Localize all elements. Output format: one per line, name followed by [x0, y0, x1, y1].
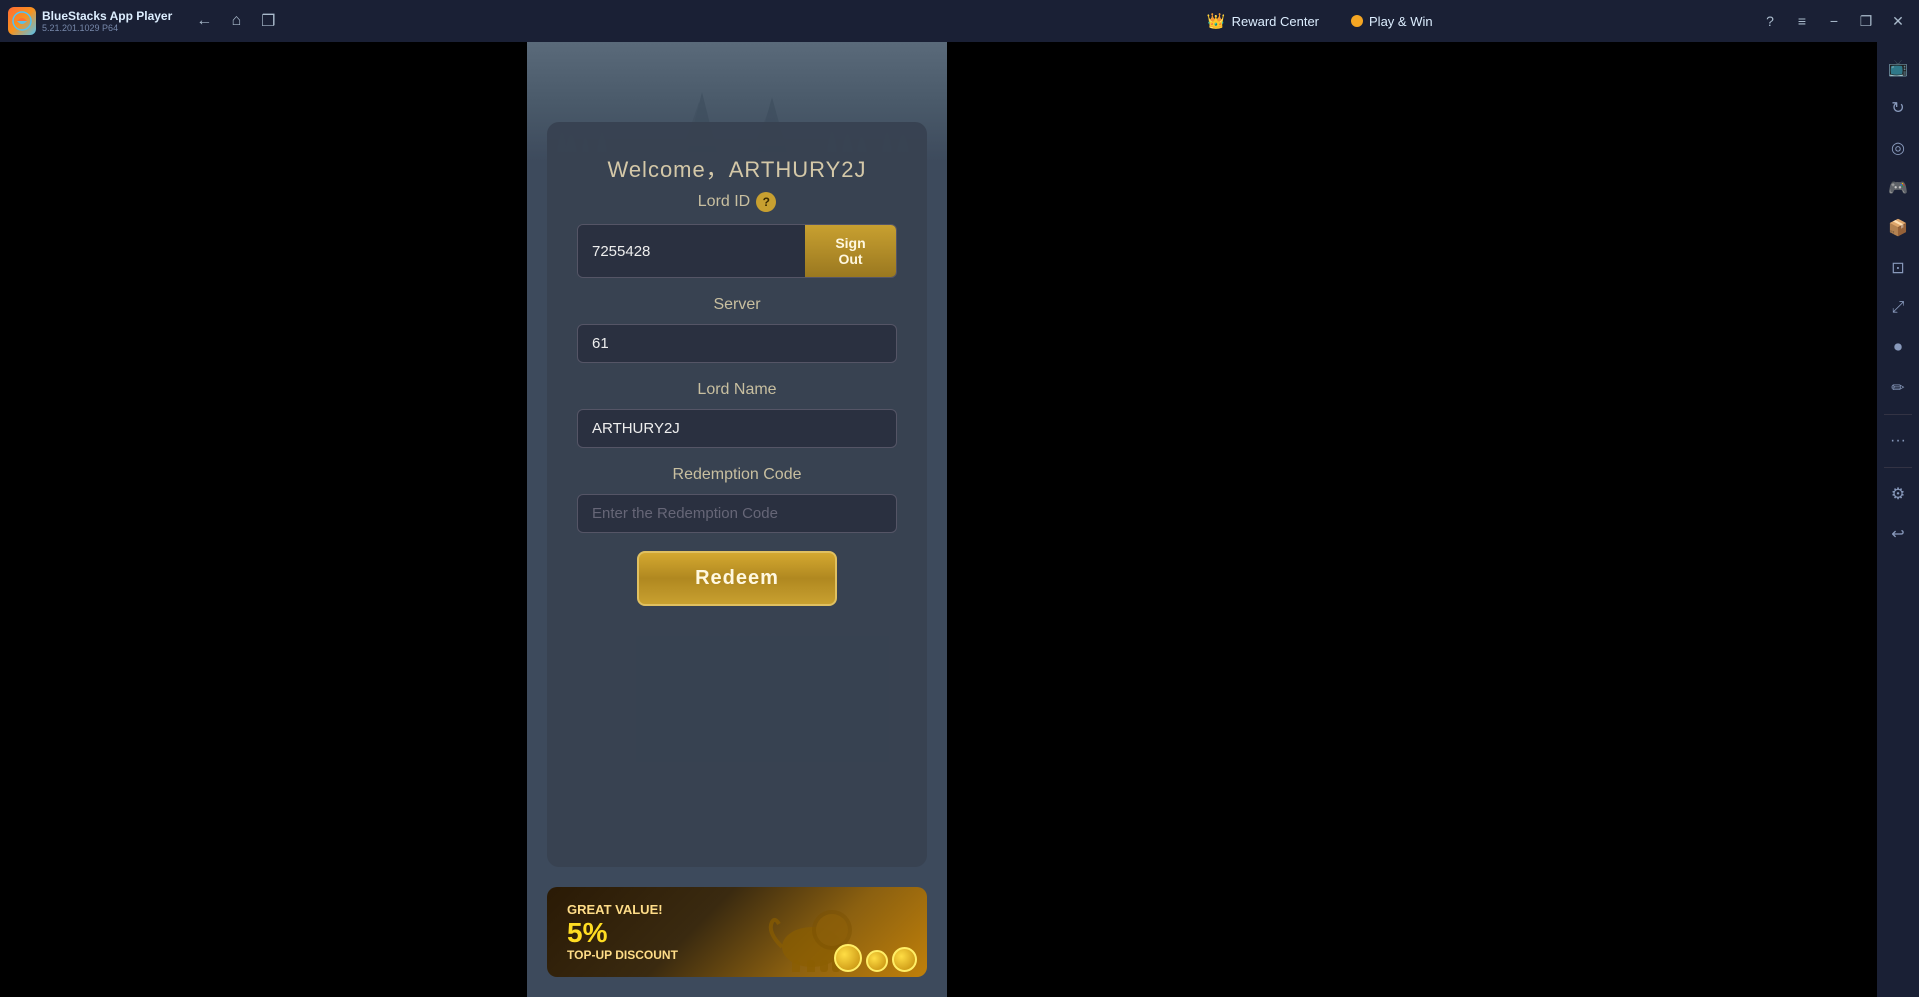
sidebar-divider-2	[1884, 467, 1912, 468]
welcome-text: Welcome，ARTHURY2J	[577, 152, 897, 184]
resize-icon[interactable]: ⤢	[1880, 290, 1916, 326]
redemption-code-input[interactable]	[577, 494, 897, 533]
app-name: BlueStacks App Player	[42, 9, 172, 23]
play-win-label: Play & Win	[1369, 14, 1433, 29]
lord-id-input[interactable]	[578, 225, 805, 277]
minimize-button[interactable]: −	[1821, 8, 1847, 34]
reward-center-label: Reward Center	[1232, 14, 1319, 29]
lord-id-label: Lord ID ?	[577, 192, 897, 212]
gamepad-icon[interactable]: 🎮	[1880, 170, 1916, 206]
record-icon[interactable]: ⏺	[1880, 330, 1916, 366]
crown-icon: 👑	[1207, 12, 1226, 30]
edit-icon[interactable]: ✏	[1880, 370, 1916, 406]
percent-text: 5%	[567, 919, 678, 947]
title-bar-nav: ← ⌂ ❐	[190, 7, 282, 35]
app-logo	[8, 7, 36, 35]
title-bar-left: BlueStacks App Player 5.21.201.1029 P64 …	[8, 7, 883, 35]
multi-button[interactable]: ❐	[254, 7, 282, 35]
title-bar: BlueStacks App Player 5.21.201.1029 P64 …	[0, 0, 1919, 42]
play-win-button[interactable]: Play & Win	[1343, 10, 1441, 33]
apk-icon[interactable]: 📦	[1880, 210, 1916, 246]
banner[interactable]: GREAT VALUE! 5% TOP-UP DISCOUNT	[547, 887, 927, 977]
lord-name-label: Lord Name	[577, 381, 897, 399]
right-area: 📺 ↻ ◎ 🎮 📦 ⊡ ⤢ ⏺ ✏ ··· ⚙ ↩	[947, 42, 1919, 997]
top-up-text: TOP-UP DISCOUNT	[567, 947, 678, 964]
back-button[interactable]: ←	[190, 7, 218, 35]
left-area	[0, 42, 527, 997]
help-icon[interactable]: ?	[756, 192, 776, 212]
percent-value: 5%	[567, 917, 607, 948]
title-bar-right: ? ≡ − ❐ ✕	[1757, 8, 1911, 34]
more-icon[interactable]: ···	[1880, 423, 1916, 459]
right-sidebar: 📺 ↻ ◎ 🎮 📦 ⊡ ⤢ ⏺ ✏ ··· ⚙ ↩	[1877, 42, 1919, 997]
lord-id-label-text: Lord ID	[698, 193, 750, 211]
redemption-code-label: Redemption Code	[577, 466, 897, 484]
display-icon[interactable]: 📺	[1880, 50, 1916, 86]
banner-text: GREAT VALUE! 5% TOP-UP DISCOUNT	[567, 901, 678, 964]
restore-button[interactable]: ❐	[1853, 8, 1879, 34]
help-button[interactable]: ?	[1757, 8, 1783, 34]
redeem-button[interactable]: Redeem	[637, 551, 837, 606]
server-label: Server	[577, 296, 897, 314]
sidebar-divider	[1884, 414, 1912, 415]
server-input	[577, 324, 897, 363]
close-button[interactable]: ✕	[1885, 8, 1911, 34]
lord-id-row: Sign Out	[577, 224, 897, 278]
app-version: 5.21.201.1029 P64	[42, 23, 172, 33]
main-area: Welcome，ARTHURY2J Lord ID ? Sign Out Ser…	[0, 42, 1919, 997]
back-icon[interactable]: ↩	[1880, 516, 1916, 552]
rotate-icon[interactable]: ↻	[1880, 90, 1916, 126]
orange-dot-icon	[1351, 15, 1363, 27]
sign-out-button[interactable]: Sign Out	[805, 225, 896, 277]
game-area: Welcome，ARTHURY2J Lord ID ? Sign Out Ser…	[527, 42, 947, 997]
screenshot-icon[interactable]: ⊡	[1880, 250, 1916, 286]
title-bar-center: 👑 Reward Center Play & Win	[883, 8, 1758, 34]
lord-name-input	[577, 409, 897, 448]
gear-icon[interactable]: ⚙	[1880, 476, 1916, 512]
location-icon[interactable]: ◎	[1880, 130, 1916, 166]
gold-coins	[834, 944, 917, 972]
redemption-card: Welcome，ARTHURY2J Lord ID ? Sign Out Ser…	[547, 122, 927, 867]
menu-button[interactable]: ≡	[1789, 8, 1815, 34]
reward-center-button[interactable]: 👑 Reward Center	[1199, 8, 1327, 34]
home-button[interactable]: ⌂	[222, 7, 250, 35]
